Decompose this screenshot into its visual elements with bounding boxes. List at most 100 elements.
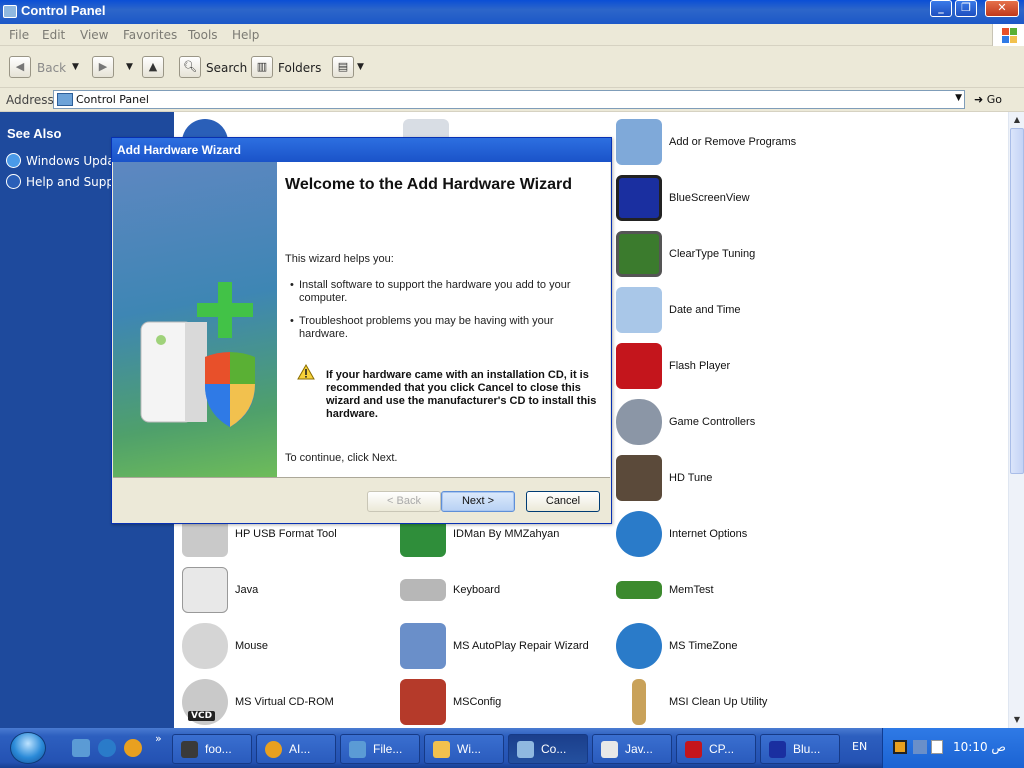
control-panel-item[interactable]: MS AutoPlay Repair Wizard — [396, 621, 612, 671]
control-panel-item[interactable]: ClearType Tuning — [612, 229, 828, 279]
minimize-button[interactable]: _ — [930, 0, 952, 17]
keyboard-icon — [400, 579, 446, 601]
tray-notes-icon[interactable] — [931, 740, 943, 754]
tray-app-icon[interactable] — [893, 740, 907, 754]
back-button[interactable]: ◀ Back ▼ — [9, 56, 84, 80]
control-panel-item[interactable]: Flash Player — [612, 341, 828, 391]
forward-arrow-icon: ▶ — [92, 56, 114, 78]
forward-button[interactable]: ▶ ▼ — [92, 56, 138, 80]
taskbar-item[interactable]: CP... — [676, 734, 756, 764]
address-dropdown-icon[interactable]: ▼ — [955, 93, 962, 103]
control-panel-item[interactable]: VCD MS Virtual CD-ROM — [178, 677, 394, 727]
back-dropdown-icon[interactable]: ▼ — [72, 62, 79, 72]
taskbar: » foo... AI... File... Wi... Co... Jav..… — [0, 728, 1024, 768]
scroll-up-icon[interactable]: ▲ — [1009, 112, 1024, 128]
address-bar: Address Control Panel ▼ ➜ Go — [0, 88, 1024, 112]
taskbar-item[interactable]: AI... — [256, 734, 336, 764]
bluescreen-monitor-icon — [616, 175, 662, 221]
show-desktop-icon[interactable] — [72, 739, 90, 757]
wizard-bullet: Troubleshoot problems you may be having … — [290, 315, 589, 341]
hardware-shield-illustration — [140, 282, 255, 427]
views-dropdown-icon: ▼ — [357, 62, 364, 72]
control-panel-item[interactable]: Java — [178, 565, 394, 615]
control-panel-item[interactable]: MemTest — [612, 565, 828, 615]
maximize-button[interactable]: ❐ — [955, 0, 977, 17]
dialog-title: Add Hardware Wizard — [117, 143, 241, 157]
control-panel-item[interactable]: Game Controllers — [612, 397, 828, 447]
folders-button[interactable]: ▥ Folders — [251, 56, 321, 80]
taskbar-item[interactable]: foo... — [172, 734, 252, 764]
wizard-bullet: Install software to support the hardware… — [290, 279, 589, 305]
control-panel-icon — [3, 5, 17, 18]
go-button[interactable]: ➜ Go — [974, 93, 1002, 106]
wizard-intro: This wizard helps you: — [285, 253, 394, 265]
java-icon — [182, 567, 228, 613]
clock[interactable]: 10:10 ص — [953, 740, 1006, 754]
toolbar: ◀ Back ▼ ▶ ▼ ▲ 🔍︎ Search ▥ Folders ▤ ▼ — [0, 46, 1024, 88]
forward-dropdown-icon[interactable]: ▼ — [126, 62, 133, 72]
tray-network-icon[interactable] — [913, 740, 927, 754]
close-button[interactable]: ✕ — [985, 0, 1019, 17]
menu-favorites[interactable]: Favorites — [123, 28, 177, 42]
vcd-badge: VCD — [188, 711, 216, 721]
menu-edit[interactable]: Edit — [42, 28, 65, 42]
control-panel-item[interactable]: MS TimeZone — [612, 621, 828, 671]
control-panel-item[interactable]: MSConfig — [396, 677, 612, 727]
control-panel-item[interactable]: HD Tune — [612, 453, 828, 503]
control-panel-item[interactable]: Keyboard — [396, 565, 612, 615]
menu-view[interactable]: View — [80, 28, 108, 42]
control-panel-item[interactable]: MSI Clean Up Utility — [612, 677, 828, 727]
taskbar-item-active[interactable]: Co... — [508, 734, 588, 764]
system-tray: 10:10 ص — [882, 728, 1024, 768]
control-panel-item[interactable]: Date and Time — [612, 285, 828, 335]
taskbar-item[interactable]: Wi... — [424, 734, 504, 764]
back-button[interactable]: < Back — [367, 491, 441, 512]
warning-icon — [297, 364, 315, 380]
title-bar[interactable]: Control Panel _ ❐ ✕ — [0, 0, 1024, 24]
control-panel-item[interactable]: BlueScreenView — [612, 173, 828, 223]
autoplay-repair-icon — [400, 623, 446, 669]
scroll-thumb[interactable] — [1010, 128, 1024, 474]
scroll-down-icon[interactable]: ▼ — [1009, 712, 1024, 728]
next-button[interactable]: Next > — [441, 491, 515, 512]
dialog-title-bar[interactable]: Add Hardware Wizard — [112, 138, 611, 162]
taskbar-item[interactable]: File... — [340, 734, 420, 764]
java-icon — [601, 741, 618, 758]
address-field[interactable]: Control Panel ▼ — [53, 90, 965, 109]
cleartype-icon — [616, 231, 662, 277]
windows-icon — [433, 741, 450, 758]
menu-help[interactable]: Help — [232, 28, 259, 42]
internet-options-icon — [616, 511, 662, 557]
language-indicator[interactable]: EN — [852, 740, 867, 753]
views-button[interactable]: ▤ ▼ — [332, 56, 366, 80]
back-arrow-icon: ◀ — [9, 56, 31, 78]
up-arrow-icon: ▲ — [142, 56, 164, 78]
broom-icon — [632, 679, 646, 725]
taskbar-item[interactable]: Jav... — [592, 734, 672, 764]
menu-tools[interactable]: Tools — [188, 28, 218, 42]
vertical-scrollbar[interactable]: ▲ ▼ — [1008, 112, 1024, 728]
search-button[interactable]: 🔍︎ Search — [179, 56, 247, 80]
cpu-h-icon — [685, 741, 702, 758]
wizard-heading: Welcome to the Add Hardware Wizard — [285, 176, 573, 193]
memory-module-icon — [616, 581, 662, 599]
internet-explorer-icon[interactable] — [98, 739, 116, 757]
mouse-icon — [182, 623, 228, 669]
control-panel-item[interactable]: Mouse — [178, 621, 394, 671]
divider — [113, 477, 610, 478]
quick-launch-expand-icon[interactable]: » — [155, 732, 162, 745]
cancel-button[interactable]: Cancel — [526, 491, 600, 512]
taskbar-item[interactable]: Blu... — [760, 734, 840, 764]
menu-file[interactable]: File — [9, 28, 29, 42]
folders-icon: ▥ — [251, 56, 273, 78]
control-panel-item[interactable]: Add or Remove Programs — [612, 117, 828, 167]
menu-bar: File Edit View Favorites Tools Help — [0, 24, 1024, 46]
up-folder-button[interactable]: ▲ — [142, 56, 167, 80]
aimp-icon[interactable] — [124, 739, 142, 757]
wizard-side-panel — [113, 162, 277, 477]
control-panel-item[interactable]: Internet Options — [612, 509, 828, 559]
start-button[interactable] — [0, 728, 58, 768]
game-controller-icon — [616, 399, 662, 445]
flash-player-icon — [616, 343, 662, 389]
alien-icon — [181, 741, 198, 758]
